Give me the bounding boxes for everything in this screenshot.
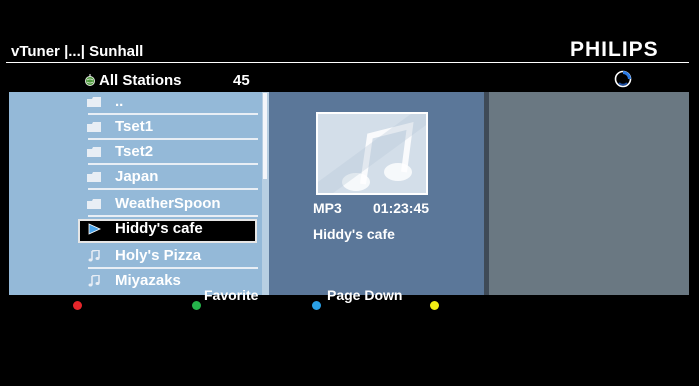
folder-icon bbox=[87, 172, 101, 182]
music-note-icon bbox=[318, 114, 426, 193]
side-panel bbox=[489, 92, 689, 295]
list-item-tset2[interactable]: Tset2 bbox=[78, 142, 258, 165]
music-note-icon bbox=[88, 275, 100, 287]
folder-icon bbox=[87, 147, 101, 157]
list-count: 45 bbox=[233, 72, 250, 89]
list-item-separator bbox=[88, 267, 258, 269]
list-item-label: Hiddy's cafe bbox=[115, 220, 203, 237]
list-item-separator bbox=[88, 215, 258, 217]
list-item-label: WeatherSpoon bbox=[115, 195, 221, 212]
favorite-button[interactable]: Favorite bbox=[204, 287, 258, 303]
loading-spinner-icon bbox=[614, 70, 632, 88]
app-title: vTuner |...| Sunhall bbox=[11, 43, 144, 60]
page-down-button[interactable]: Page Down bbox=[327, 287, 402, 303]
list-item-weatherspoon[interactable]: WeatherSpoon bbox=[78, 194, 258, 217]
green-button-icon[interactable] bbox=[192, 301, 201, 310]
list-item-label: Miyazaks bbox=[115, 272, 181, 289]
list-item-separator bbox=[88, 138, 258, 140]
list-item-label: .. bbox=[115, 93, 124, 110]
list-item-label: Japan bbox=[115, 168, 159, 185]
list-item-japan[interactable]: Japan bbox=[78, 167, 258, 190]
list-title: All Stations bbox=[99, 72, 182, 89]
scrollbar-thumb[interactable] bbox=[263, 93, 267, 179]
list-item-separator bbox=[88, 163, 258, 165]
play-icon bbox=[88, 223, 101, 235]
duration-label: 01:23:45 bbox=[373, 200, 430, 216]
folder-icon bbox=[87, 97, 101, 107]
yellow-button-icon[interactable] bbox=[430, 301, 439, 310]
list-item-tset1[interactable]: Tset1 bbox=[78, 117, 258, 140]
list-item-holys-pizza[interactable]: Holy's Pizza bbox=[78, 246, 258, 269]
blue-button-icon[interactable] bbox=[312, 301, 321, 310]
now-playing-station: Hiddy's cafe bbox=[313, 226, 395, 242]
brand-logo: PHILIPS bbox=[570, 38, 659, 61]
header-divider bbox=[6, 62, 689, 63]
globe-icon bbox=[85, 74, 95, 86]
folder-icon bbox=[87, 199, 101, 209]
list-item-label: Tset1 bbox=[115, 118, 154, 135]
list-item-separator bbox=[88, 113, 258, 115]
list-item-separator bbox=[88, 188, 258, 190]
list-item-label: Tset2 bbox=[115, 143, 154, 160]
folder-icon bbox=[87, 122, 101, 132]
list-item-parent[interactable]: .. bbox=[78, 92, 258, 115]
list-item-label: Holy's Pizza bbox=[115, 247, 202, 264]
music-note-icon bbox=[88, 250, 100, 262]
red-button-icon[interactable] bbox=[73, 301, 82, 310]
format-label: MP3 bbox=[313, 200, 342, 216]
list-item-hiddys-cafe[interactable]: Hiddy's cafe bbox=[78, 219, 257, 243]
album-art bbox=[316, 112, 428, 195]
